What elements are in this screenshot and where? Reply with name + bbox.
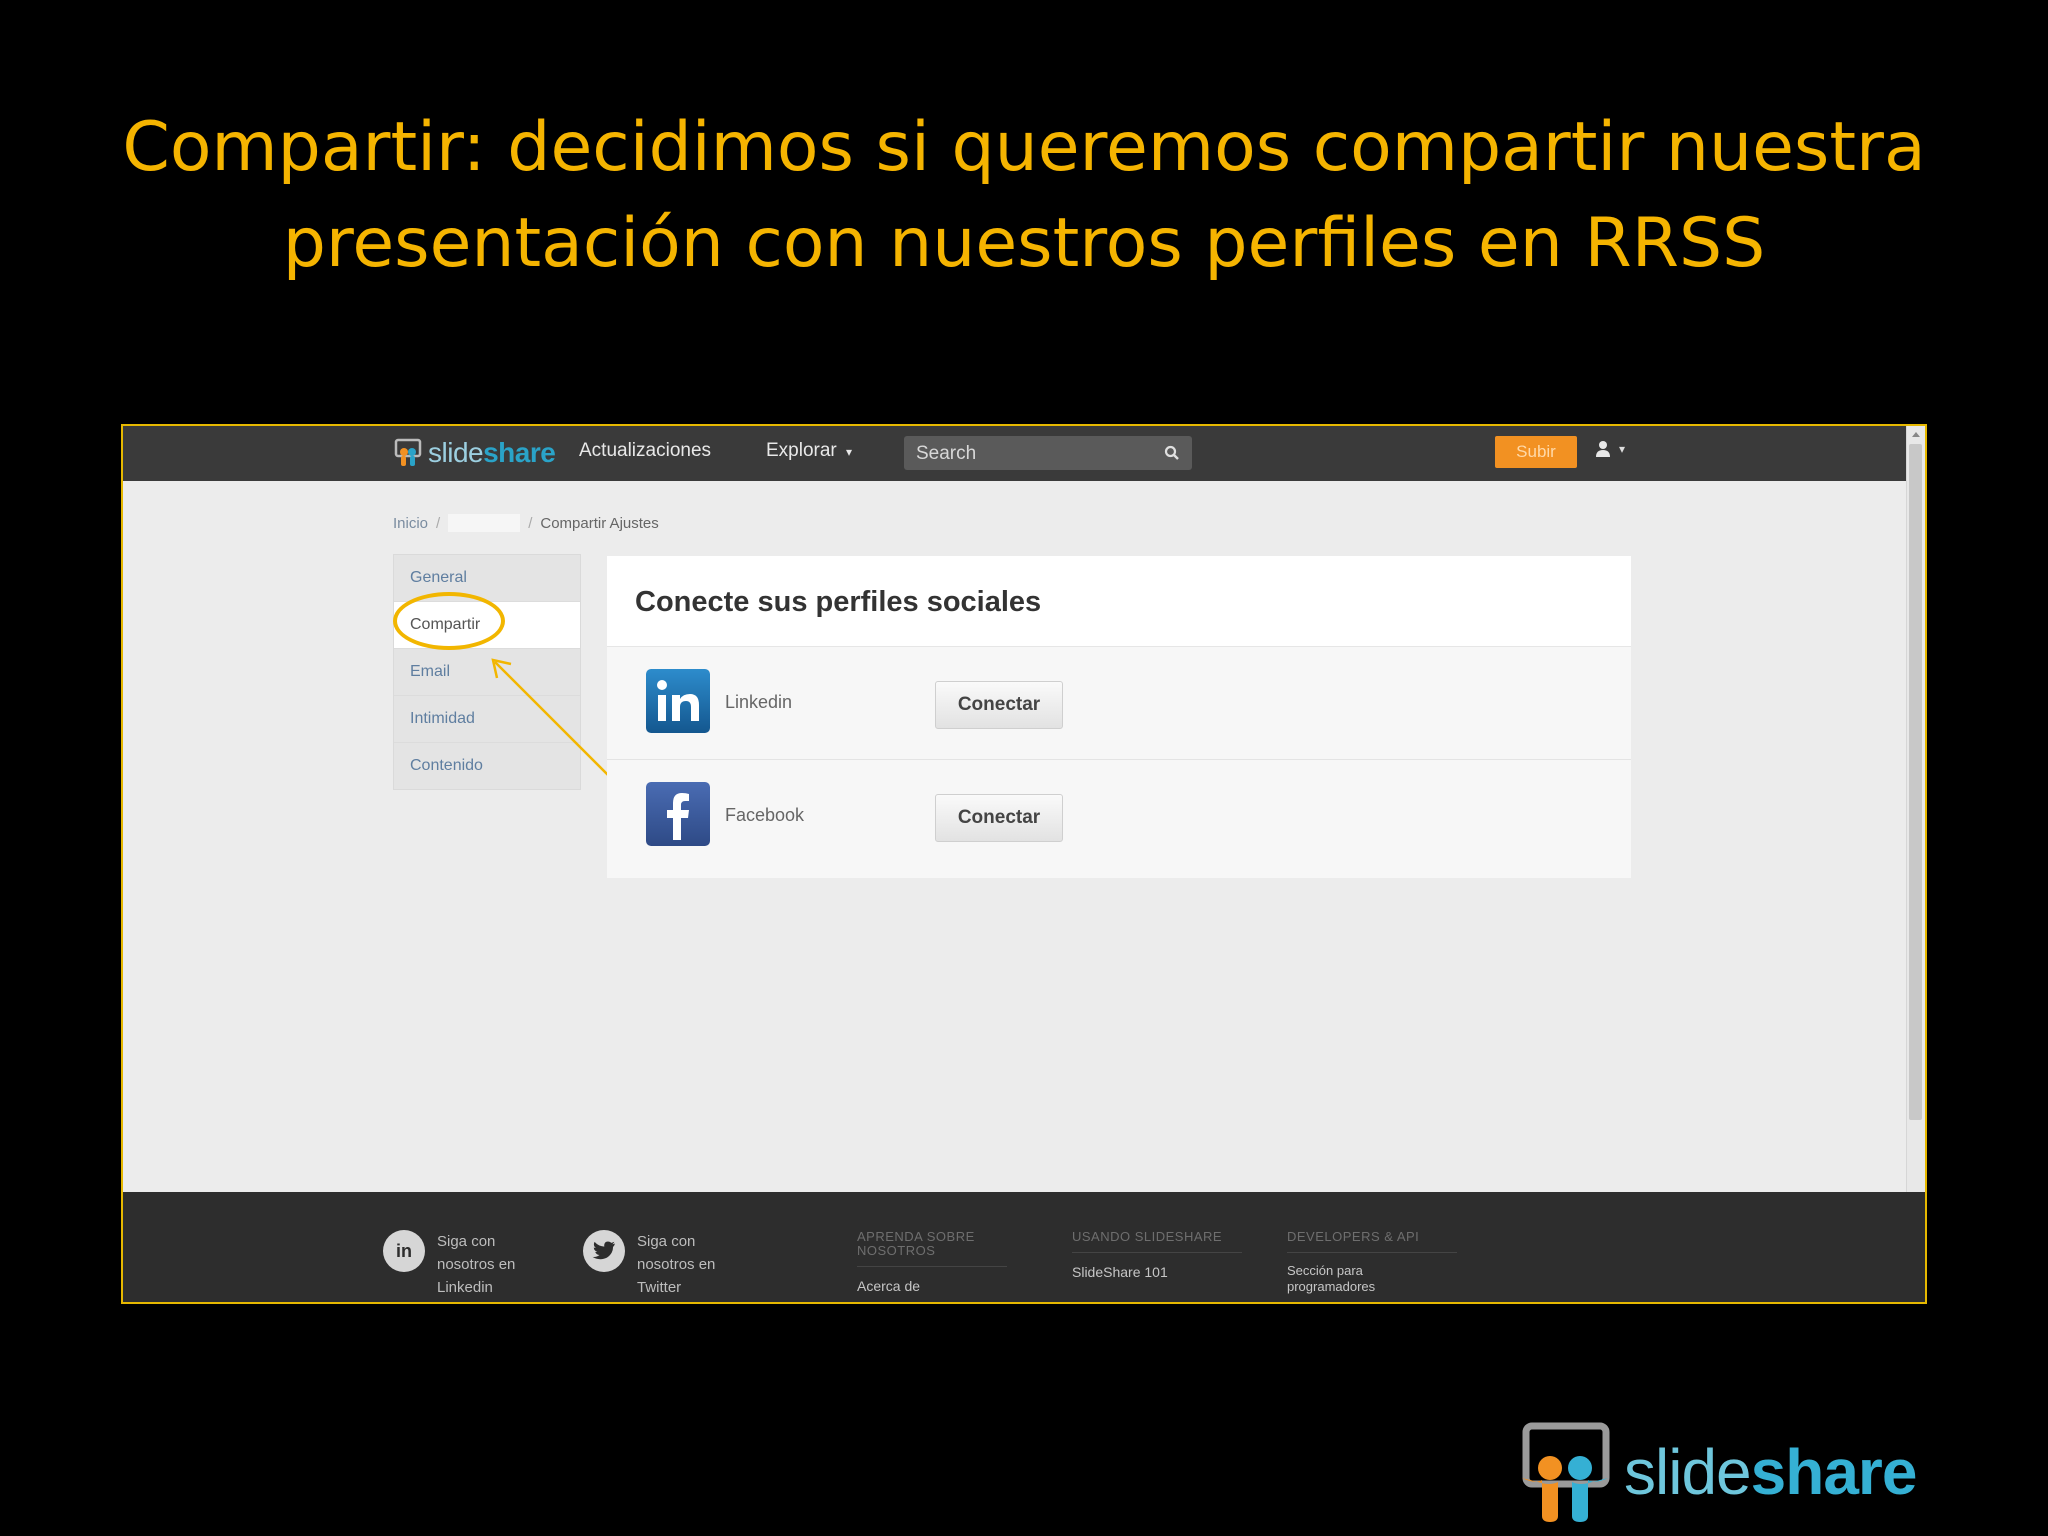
search-icon[interactable] xyxy=(1164,445,1180,461)
screenshot-frame: slideshare Actualizaciones Explorar ▾ Su… xyxy=(121,424,1927,1304)
connect-linkedin-button[interactable]: Conectar xyxy=(935,681,1063,729)
social-row-facebook: Facebook Conectar xyxy=(607,759,1631,872)
follow-linkedin-text: Siga con nosotros en Linkedin xyxy=(437,1233,516,1296)
slide-title-line-1: Compartir: decidimos si queremos compart… xyxy=(122,108,1926,187)
upload-button[interactable]: Subir xyxy=(1495,436,1577,468)
follow-twitter[interactable]: Siga con nosotros en Twitter xyxy=(583,1230,733,1299)
footer-column-about: APRENDA SOBRE NOSOTROS Acerca de xyxy=(857,1230,1057,1295)
search-box xyxy=(904,436,1192,470)
nav-link-explore[interactable]: Explorar ▾ xyxy=(766,440,852,462)
footer-heading: APRENDA SOBRE NOSOTROS xyxy=(857,1230,1007,1267)
social-profiles-panel: Conecte sus perfiles sociales Linkedin C… xyxy=(607,556,1631,878)
follow-twitter-text: Siga con nosotros en Twitter xyxy=(637,1233,716,1296)
slideshare-logo-icon xyxy=(1522,1422,1610,1522)
scrollbar-thumb[interactable] xyxy=(1909,444,1922,1120)
follow-linkedin[interactable]: in Siga con nosotros en Linkedin xyxy=(383,1230,533,1299)
social-name-linkedin: Linkedin xyxy=(725,692,793,712)
footer-heading: USANDO SLIDESHARE xyxy=(1072,1230,1242,1253)
nav-link-explore-label: Explorar xyxy=(766,440,837,461)
slideshare-brand-logo: slideshare xyxy=(1512,1420,1917,1524)
panel-title: Conecte sus perfiles sociales xyxy=(635,586,1042,618)
chevron-down-icon: ▾ xyxy=(846,445,853,459)
search-input[interactable] xyxy=(914,440,1148,468)
footer-link[interactable]: Sección para programadores xyxy=(1287,1263,1397,1295)
social-row-linkedin: Linkedin Conectar xyxy=(607,647,1631,759)
facebook-icon xyxy=(646,782,710,846)
scroll-up-icon[interactable] xyxy=(1907,428,1925,442)
footer-link[interactable]: SlideShare 101 xyxy=(1072,1263,1182,1281)
connect-facebook-button[interactable]: Conectar xyxy=(935,794,1063,842)
slideshare-brand-text: slideshare xyxy=(1624,1436,1917,1508)
footer-column-developers: DEVELOPERS & API Sección para programado… xyxy=(1287,1230,1487,1295)
annotation-arrow xyxy=(491,658,636,803)
linkedin-icon: in xyxy=(383,1230,425,1272)
user-menu[interactable]: ▾ xyxy=(1595,440,1625,458)
page-footer: in Siga con nosotros en Linkedin Siga co… xyxy=(123,1192,1925,1302)
vertical-scrollbar[interactable] xyxy=(1906,426,1925,1302)
slide-title-line-2: presentación con nuestros perfiles en RR… xyxy=(282,204,1766,283)
slide-title: Compartir: decidimos si queremos compart… xyxy=(0,100,2048,292)
footer-link[interactable]: Acerca de xyxy=(857,1277,967,1295)
linkedin-icon xyxy=(646,669,710,733)
footer-heading: DEVELOPERS & API xyxy=(1287,1230,1457,1253)
chevron-down-icon: ▾ xyxy=(1619,442,1626,456)
footer-column-using: USANDO SLIDESHARE SlideShare 101 xyxy=(1072,1230,1272,1281)
twitter-icon xyxy=(583,1230,625,1272)
user-icon xyxy=(1596,441,1610,457)
social-name-facebook: Facebook xyxy=(725,805,805,825)
